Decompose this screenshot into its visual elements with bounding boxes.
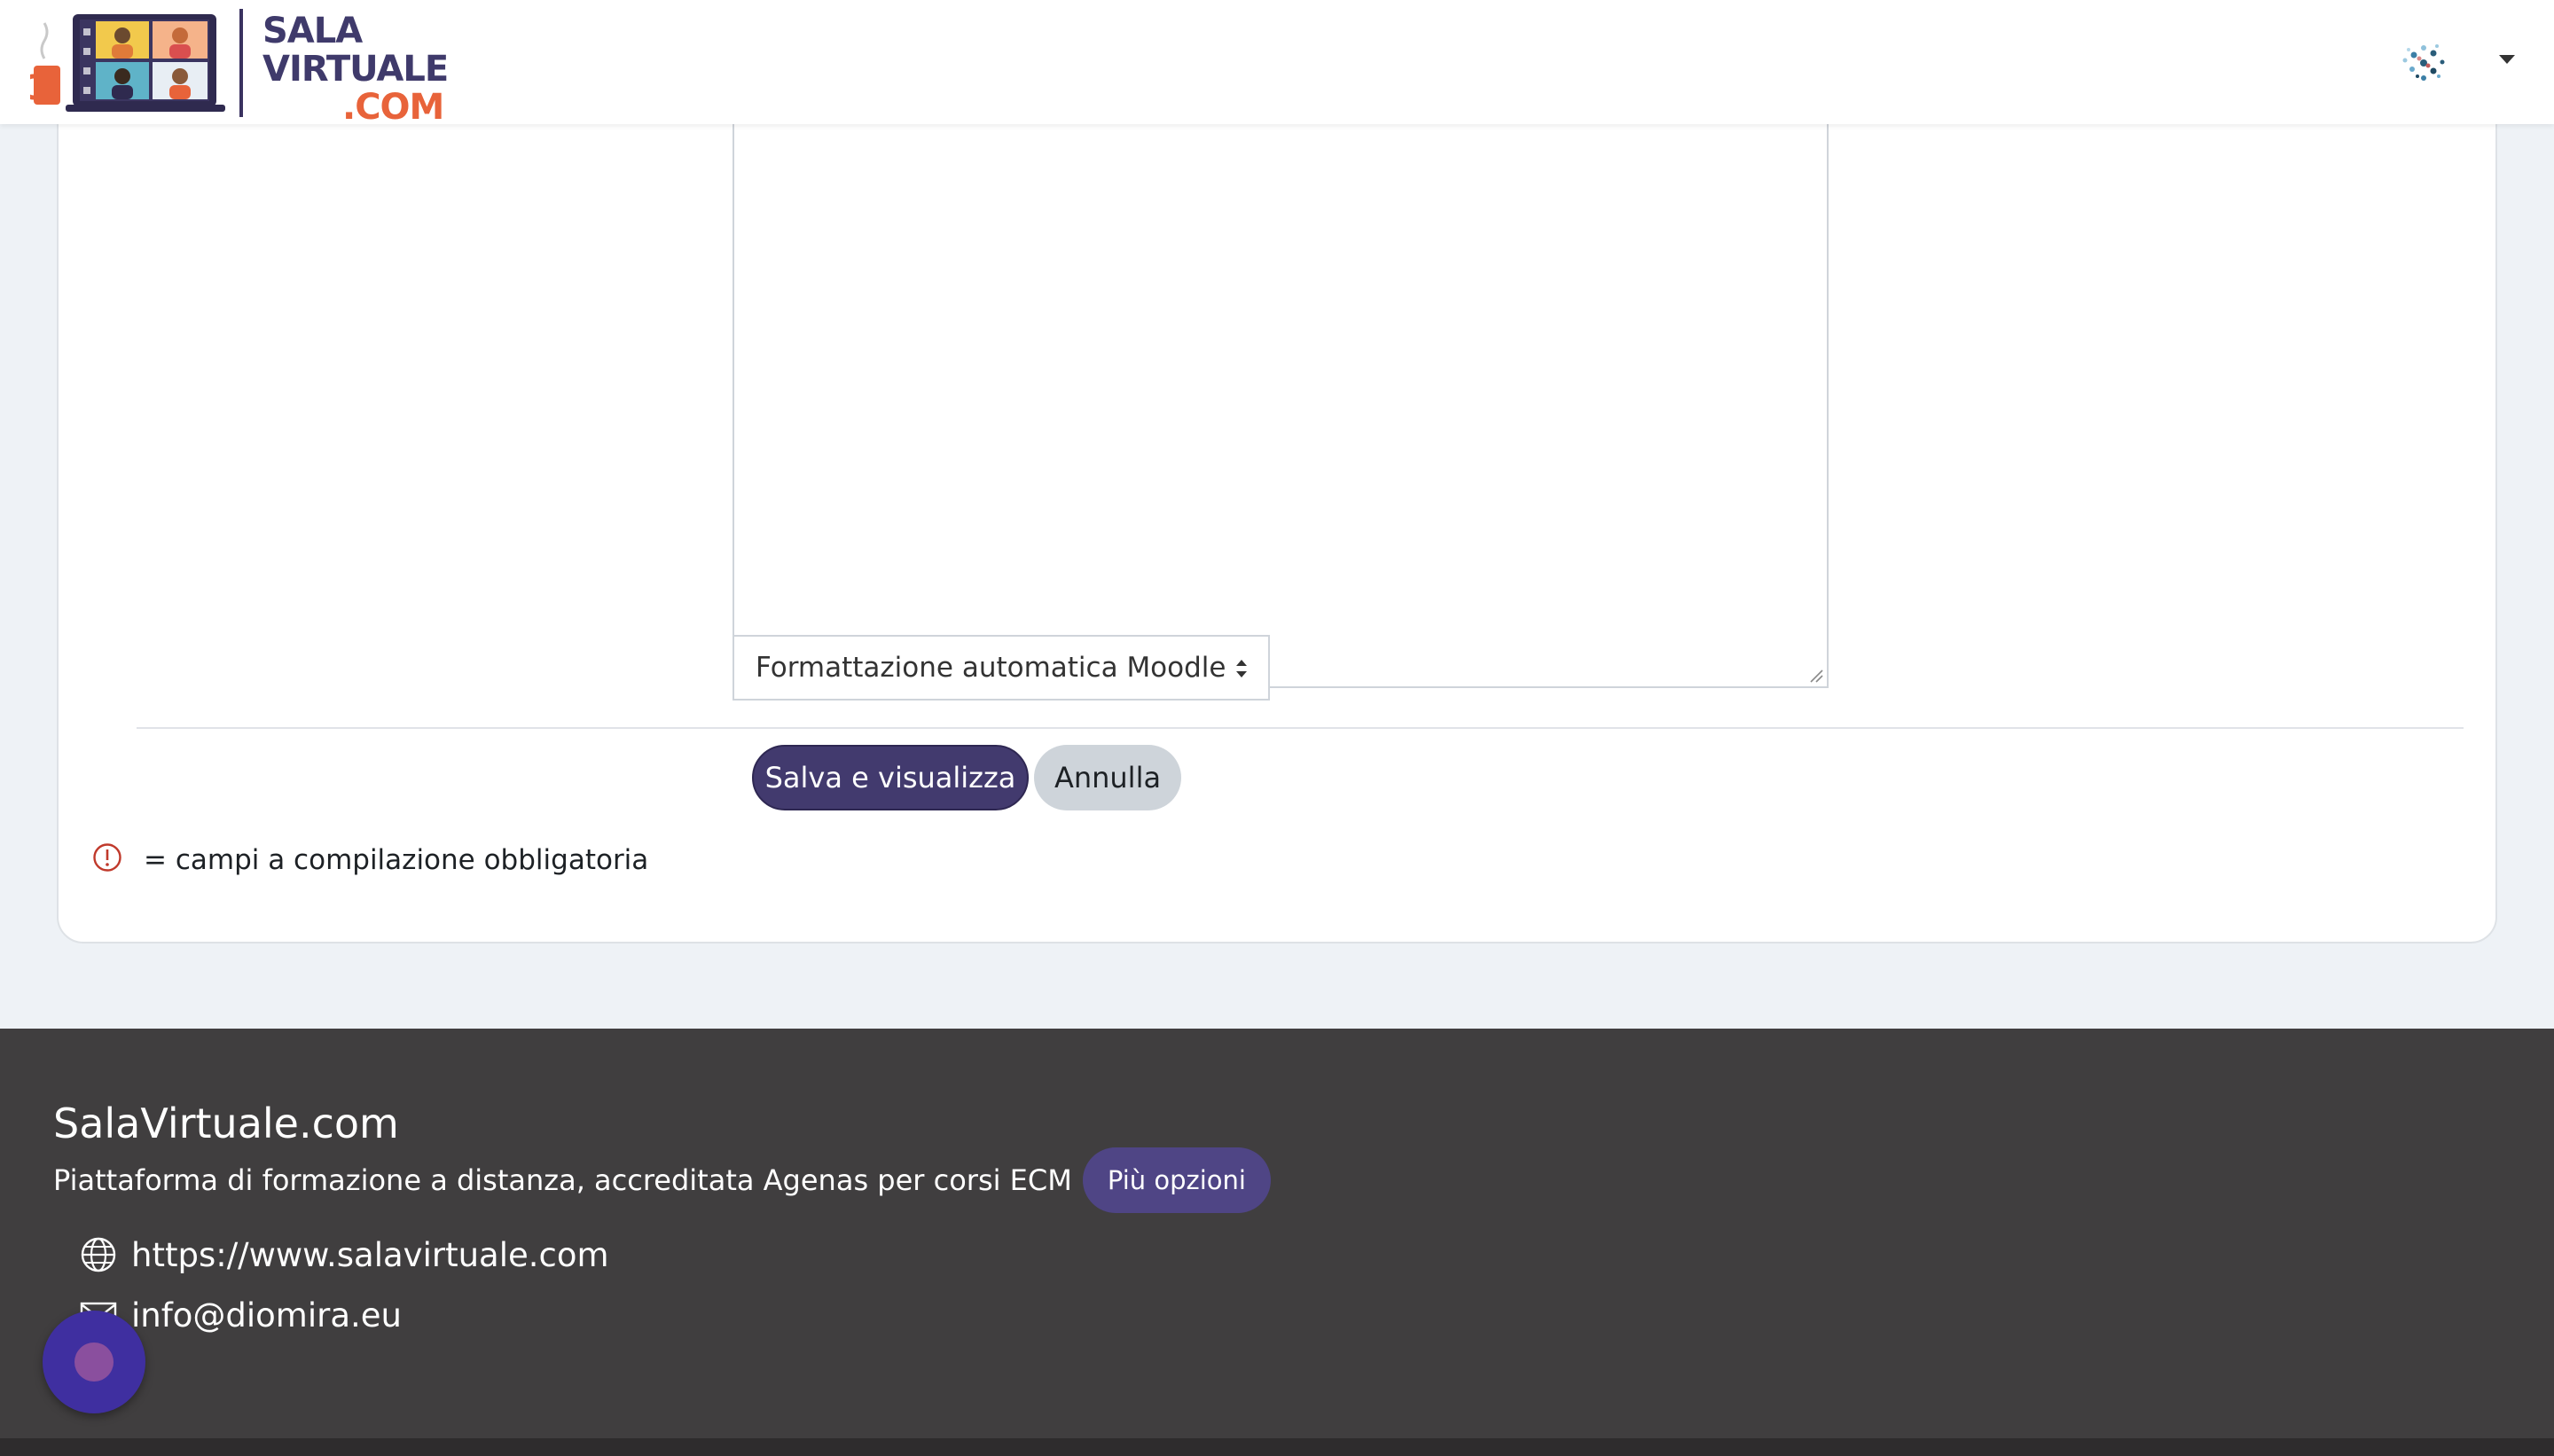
footer-email-text: info@diomira.eu — [131, 1296, 402, 1335]
form-divider — [137, 727, 2464, 729]
top-navbar: SALA VIRTUALE .COM — [0, 0, 2554, 127]
content-textarea[interactable] — [733, 108, 1829, 688]
chat-widget-button[interactable] — [43, 1311, 145, 1413]
resize-handle-icon[interactable] — [1807, 667, 1823, 683]
text-format-select[interactable]: Formattazione automatica Moodle — [733, 635, 1270, 701]
footer-site-title: SalaVirtuale.com — [53, 1100, 399, 1147]
required-note-text: = campi a compilazione obbligatoria — [144, 844, 649, 876]
text-format-value: Formattazione automatica Moodle — [756, 652, 1226, 684]
logo-line-2: VIRTUALE — [262, 49, 449, 90]
site-logo[interactable]: SALA VIRTUALE .COM — [30, 9, 449, 127]
globe-icon — [81, 1237, 116, 1272]
footer-website-text: https://www.salavirtuale.com — [131, 1235, 609, 1274]
exclamation-circle-icon — [93, 843, 121, 872]
footer-bottom-bar — [0, 1438, 2554, 1456]
logo-divider — [239, 9, 243, 117]
cancel-button[interactable]: Annulla — [1034, 745, 1181, 810]
footer-website-link[interactable]: https://www.salavirtuale.com — [80, 1233, 609, 1277]
chevron-down-icon — [2499, 55, 2515, 64]
user-menu-toggle[interactable] — [2394, 27, 2527, 98]
logo-wordmark: SALA VIRTUALE .COM — [262, 11, 449, 128]
chat-indicator-icon — [74, 1342, 114, 1382]
logo-line-1: SALA — [262, 11, 363, 51]
footer-description-row: Piattaforma di formazione a distanza, ac… — [53, 1147, 1271, 1213]
save-and-display-button[interactable]: Salva e visualizza — [752, 745, 1029, 810]
select-arrows-icon — [1236, 660, 1247, 677]
user-avatar-icon — [2402, 44, 2445, 81]
form-card: Formattazione automatica Moodle Salva e … — [57, 53, 2497, 943]
more-options-button[interactable]: Più opzioni — [1082, 1147, 1271, 1213]
logo-line-3: .COM — [342, 87, 444, 128]
logo-graphic — [30, 14, 225, 112]
footer-description: Piattaforma di formazione a distanza, ac… — [53, 1163, 1072, 1197]
required-fields-note: = campi a compilazione obbligatoria — [92, 842, 648, 878]
